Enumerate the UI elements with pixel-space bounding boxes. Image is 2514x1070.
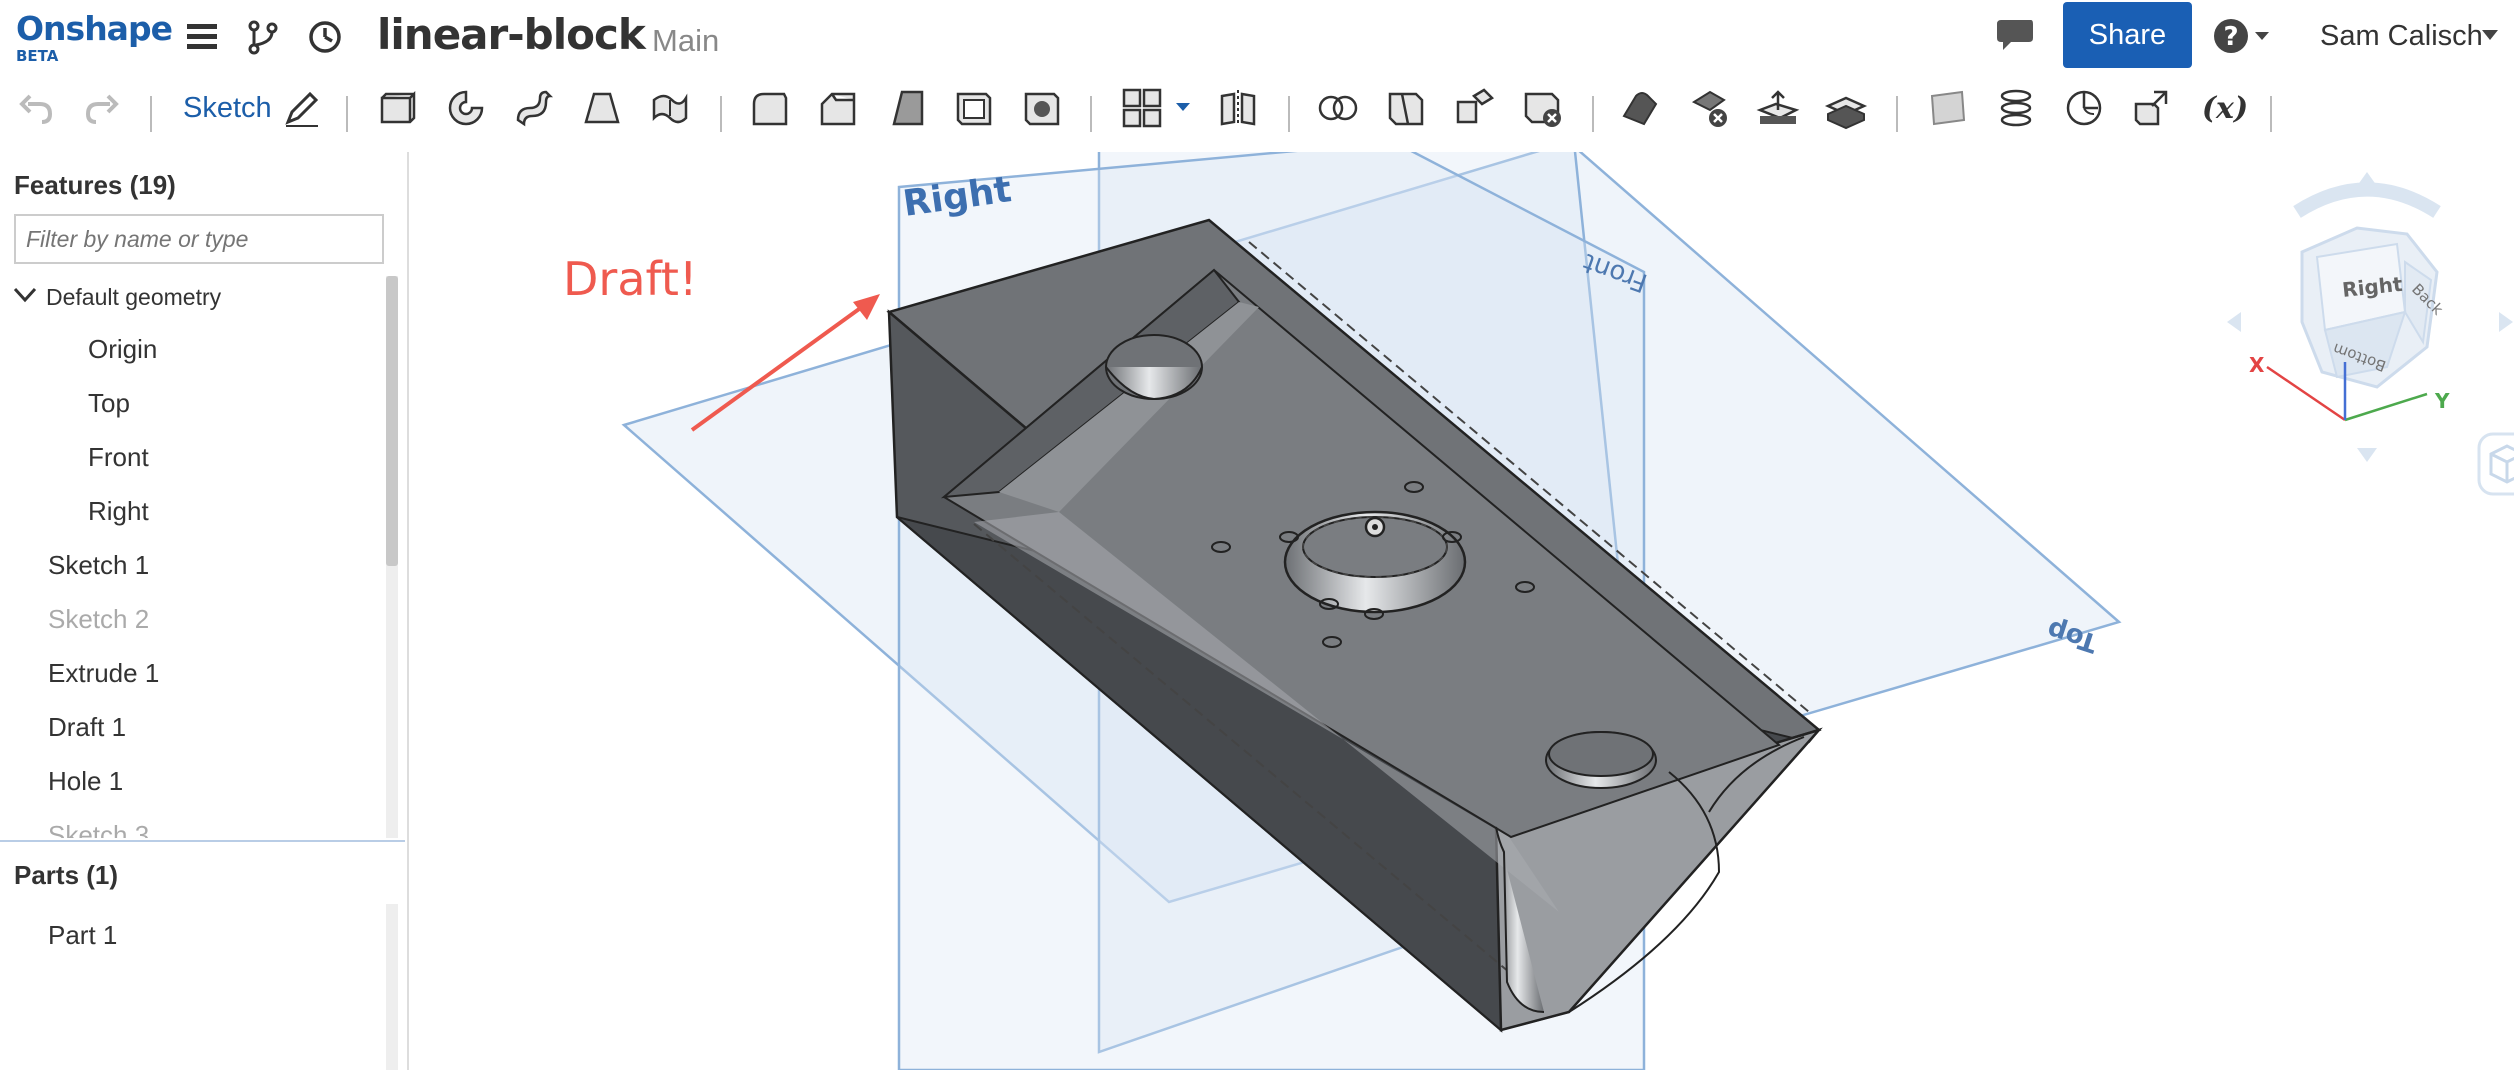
feature-item-hole-1[interactable]: Hole 1 [48, 766, 123, 797]
pattern-dropdown-icon[interactable] [1174, 100, 1192, 114]
split-icon[interactable] [1384, 86, 1428, 130]
draft-icon[interactable] [884, 86, 928, 130]
annotation-arrowhead [853, 294, 880, 320]
branch-name[interactable]: Main [652, 23, 719, 59]
delete-part-icon[interactable] [1520, 86, 1564, 130]
feature-list-clip: Sketch 3 [0, 816, 405, 838]
feature-item-origin[interactable]: Origin [88, 334, 157, 365]
thicken-icon[interactable] [648, 86, 692, 130]
extrude-icon[interactable] [376, 86, 420, 130]
feature-toolbar: Sketch (x) [0, 72, 2514, 152]
arrow-up-icon[interactable] [2357, 172, 2377, 186]
arrow-down-icon[interactable] [2357, 448, 2377, 462]
hole-icon[interactable] [1020, 86, 1064, 130]
shell-icon[interactable] [952, 86, 996, 130]
modify-fillet-icon[interactable] [1620, 86, 1664, 130]
toolbar-separator [720, 96, 722, 132]
part-item-part-1[interactable]: Part 1 [48, 920, 117, 951]
comments-icon[interactable] [1995, 16, 2035, 54]
panel-divider[interactable] [0, 840, 405, 842]
derived-icon[interactable] [2130, 86, 2174, 130]
toolbar-separator [1288, 96, 1290, 132]
replace-face-icon[interactable] [1824, 86, 1868, 130]
mate-connector-icon[interactable] [2062, 86, 2106, 130]
y-axis [2344, 392, 2428, 422]
menu-icon[interactable] [183, 18, 221, 56]
delete-face-icon[interactable] [1688, 86, 1732, 130]
top-bar: Onshape BETA linear-block Main Share ? S… [0, 0, 2514, 72]
transform-icon[interactable] [1452, 86, 1496, 130]
variable-icon[interactable]: (x) [2196, 86, 2254, 130]
mirror-icon[interactable] [1216, 86, 1260, 130]
toolbar-separator [150, 96, 152, 132]
sketch-button[interactable]: Sketch [183, 92, 272, 125]
toolbar-separator [346, 96, 348, 132]
graphics-area[interactable]: Right Front Top Draft! Right Back Bottom… [409, 152, 2514, 1070]
fillet-icon[interactable] [748, 86, 792, 130]
feature-item-extrude-1[interactable]: Extrude 1 [48, 658, 159, 689]
model-canvas[interactable]: Right Front Top [409, 152, 2514, 1070]
plane-icon[interactable] [1926, 86, 1970, 130]
pattern-icon[interactable] [1120, 86, 1164, 130]
help-icon[interactable]: ? [2213, 16, 2273, 56]
onshape-logo[interactable]: Onshape BETA [16, 9, 173, 65]
toolbar-separator [1896, 96, 1898, 132]
feature-item-right[interactable]: Right [88, 496, 149, 527]
user-menu[interactable]: Sam Calisch [2320, 20, 2483, 53]
feature-item-sketch-2[interactable]: Sketch 2 [48, 604, 149, 635]
chamfer-icon[interactable] [816, 86, 860, 130]
feature-item-top[interactable]: Top [88, 388, 130, 419]
features-heading: Features (19) [14, 170, 176, 200]
feature-list-scroll-thumb[interactable] [386, 276, 398, 566]
loft-icon[interactable] [580, 86, 624, 130]
history-icon[interactable] [306, 18, 344, 56]
document-title[interactable]: linear-block [377, 10, 646, 59]
feature-list-panel: Features (19) Default geometry Origin To… [0, 152, 409, 1070]
revolve-icon[interactable] [444, 86, 488, 130]
redo-icon[interactable] [80, 86, 124, 130]
svg-text:(x): (x) [2202, 91, 2248, 126]
toolbar-separator [1090, 96, 1092, 132]
version-graph-icon[interactable] [244, 18, 282, 56]
move-face-icon[interactable] [1756, 86, 1800, 130]
draft-annotation: Draft! [563, 252, 698, 306]
view-cube[interactable]: Right Back Bottom X Y [2227, 172, 2514, 472]
logo-wordmark: Onshape [16, 9, 173, 48]
chevron-down-icon[interactable] [2480, 28, 2500, 42]
pencil-icon[interactable] [280, 86, 324, 130]
feature-item-front[interactable]: Front [88, 442, 149, 473]
helix-icon[interactable] [1994, 86, 2038, 130]
feature-filter-input[interactable] [14, 214, 384, 264]
view-options-icon[interactable] [2477, 432, 2514, 496]
feature-item-sketch-3[interactable]: Sketch 3 [48, 820, 149, 838]
parts-list-scrollbar[interactable] [386, 904, 398, 1070]
chevron-down-icon[interactable] [12, 286, 38, 304]
feature-item-sketch-1[interactable]: Sketch 1 [48, 550, 149, 581]
x-axis-label: X [2249, 353, 2265, 377]
feature-list-scrollbar[interactable] [386, 276, 398, 838]
undo-icon[interactable] [14, 86, 58, 130]
parts-heading: Parts (1) [14, 860, 119, 890]
arrow-left-icon[interactable] [2227, 312, 2241, 332]
arrow-right-icon[interactable] [2499, 312, 2513, 332]
svg-text:?: ? [2223, 22, 2238, 52]
share-button[interactable]: Share [2063, 2, 2192, 68]
feature-item-draft-1[interactable]: Draft 1 [48, 712, 126, 743]
y-axis-label: Y [2434, 389, 2450, 413]
toolbar-separator [1592, 96, 1594, 132]
boolean-icon[interactable] [1316, 86, 1360, 130]
sweep-icon[interactable] [512, 86, 556, 130]
default-geometry-group[interactable]: Default geometry [46, 284, 221, 311]
beta-badge: BETA [16, 47, 59, 65]
rotate-arrow-icon[interactable] [2293, 182, 2441, 218]
toolbar-separator [2270, 96, 2272, 132]
